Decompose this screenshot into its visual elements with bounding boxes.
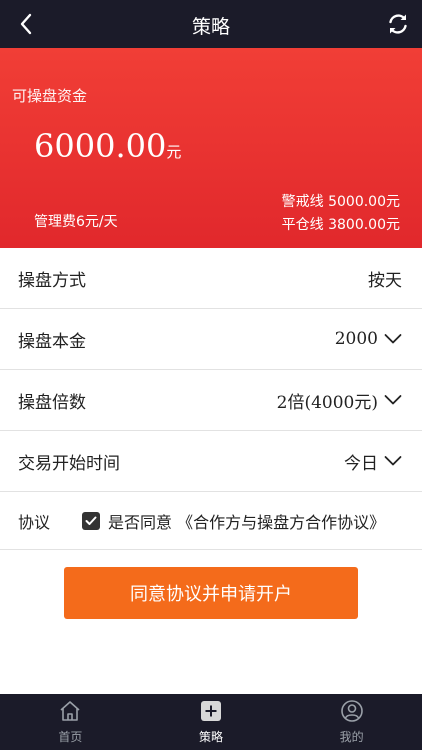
plus-icon [200,698,222,724]
management-fee: 管理费6元/天 [34,214,118,230]
close-line: 平仓线 3800.00元 [281,217,400,233]
agreement-checkbox[interactable] [82,511,101,530]
principal-row[interactable]: 操盘本金 2000 [0,309,422,370]
chevron-down-icon [384,334,402,344]
agreement-label: 协议 [18,512,51,532]
leverage-row[interactable]: 操盘倍数 2倍(4000元) [0,370,422,431]
tab-label: 首页 [58,730,83,744]
funds-amount-unit: 元 [166,143,182,161]
tab-strategy[interactable]: 策略 [141,694,282,750]
trade-mode-row[interactable]: 操盘方式 按天 [0,248,422,309]
page-title: 策略 [191,16,230,38]
funds-summary-panel: 可操盘资金 6000.00元 管理费6元/天 警戒线 5000.00元 平仓线 … [0,48,422,248]
row-value: 2000 [334,329,378,349]
row-label: 操盘方式 [18,270,86,291]
leverage-select[interactable]: 2倍(4000元) [277,388,402,413]
row-label: 操盘本金 [18,331,86,352]
funds-amount: 6000.00元 [34,127,181,165]
warning-line: 警戒线 5000.00元 [281,194,400,210]
row-value: 按天 [368,270,402,291]
chevron-down-icon [384,395,402,405]
app-screen: 策略 可操盘资金 6000.00元 管理费6元/天 警戒线 5000.00元 平… [0,0,422,750]
refresh-icon [389,14,407,34]
settings-list: 操盘方式 按天 操盘本金 2000 操盘倍数 2倍(4000元) 交易开始时间 … [0,248,422,550]
row-value-group: 按天 [368,266,402,291]
tab-home[interactable]: 首页 [0,694,141,750]
row-value: 2倍(4000元) [276,392,378,413]
principal-select[interactable]: 2000 [335,329,402,349]
chevron-down-icon [384,456,402,466]
start-time-select[interactable]: 今日 [344,449,402,474]
row-value: 今日 [344,453,378,474]
risk-lines: 警戒线 5000.00元 平仓线 3800.00元 [282,191,400,237]
tab-label: 我的 [339,730,364,744]
tab-mine[interactable]: 我的 [281,694,422,750]
home-icon [58,698,82,724]
row-label: 交易开始时间 [18,453,120,474]
bottom-tab-bar: 首页 策略 我的 [0,694,422,750]
funds-label: 可操盘资金 [12,87,88,105]
top-navigation-bar: 策略 [0,0,422,48]
agree-and-apply-button[interactable]: 同意协议并申请开户 [64,567,358,619]
agreement-link[interactable]: 是否同意 《合作方与操盘方合作协议》 [108,509,385,533]
tab-label: 策略 [199,730,224,744]
user-icon [340,698,364,724]
check-icon [85,516,97,525]
funds-amount-value: 6000.00 [34,127,167,165]
agreement-row: 协议 是否同意 《合作方与操盘方合作协议》 [0,492,422,550]
row-label: 操盘倍数 [18,392,86,413]
refresh-button[interactable] [386,12,410,36]
start-time-row[interactable]: 交易开始时间 今日 [0,431,422,492]
